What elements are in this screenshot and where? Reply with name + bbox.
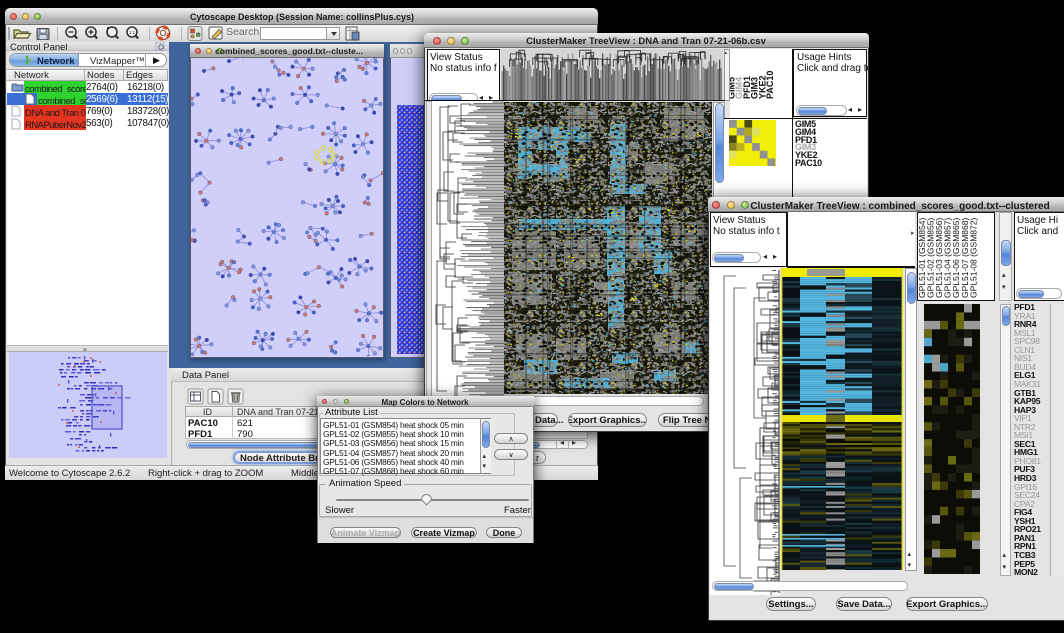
svg-text:1:1: 1:1 — [129, 30, 136, 35]
svg-text:PAC10: PAC10 — [765, 71, 775, 99]
svg-text:GPL51-08 (GSM872): GPL51-08 (GSM872) — [968, 218, 978, 298]
